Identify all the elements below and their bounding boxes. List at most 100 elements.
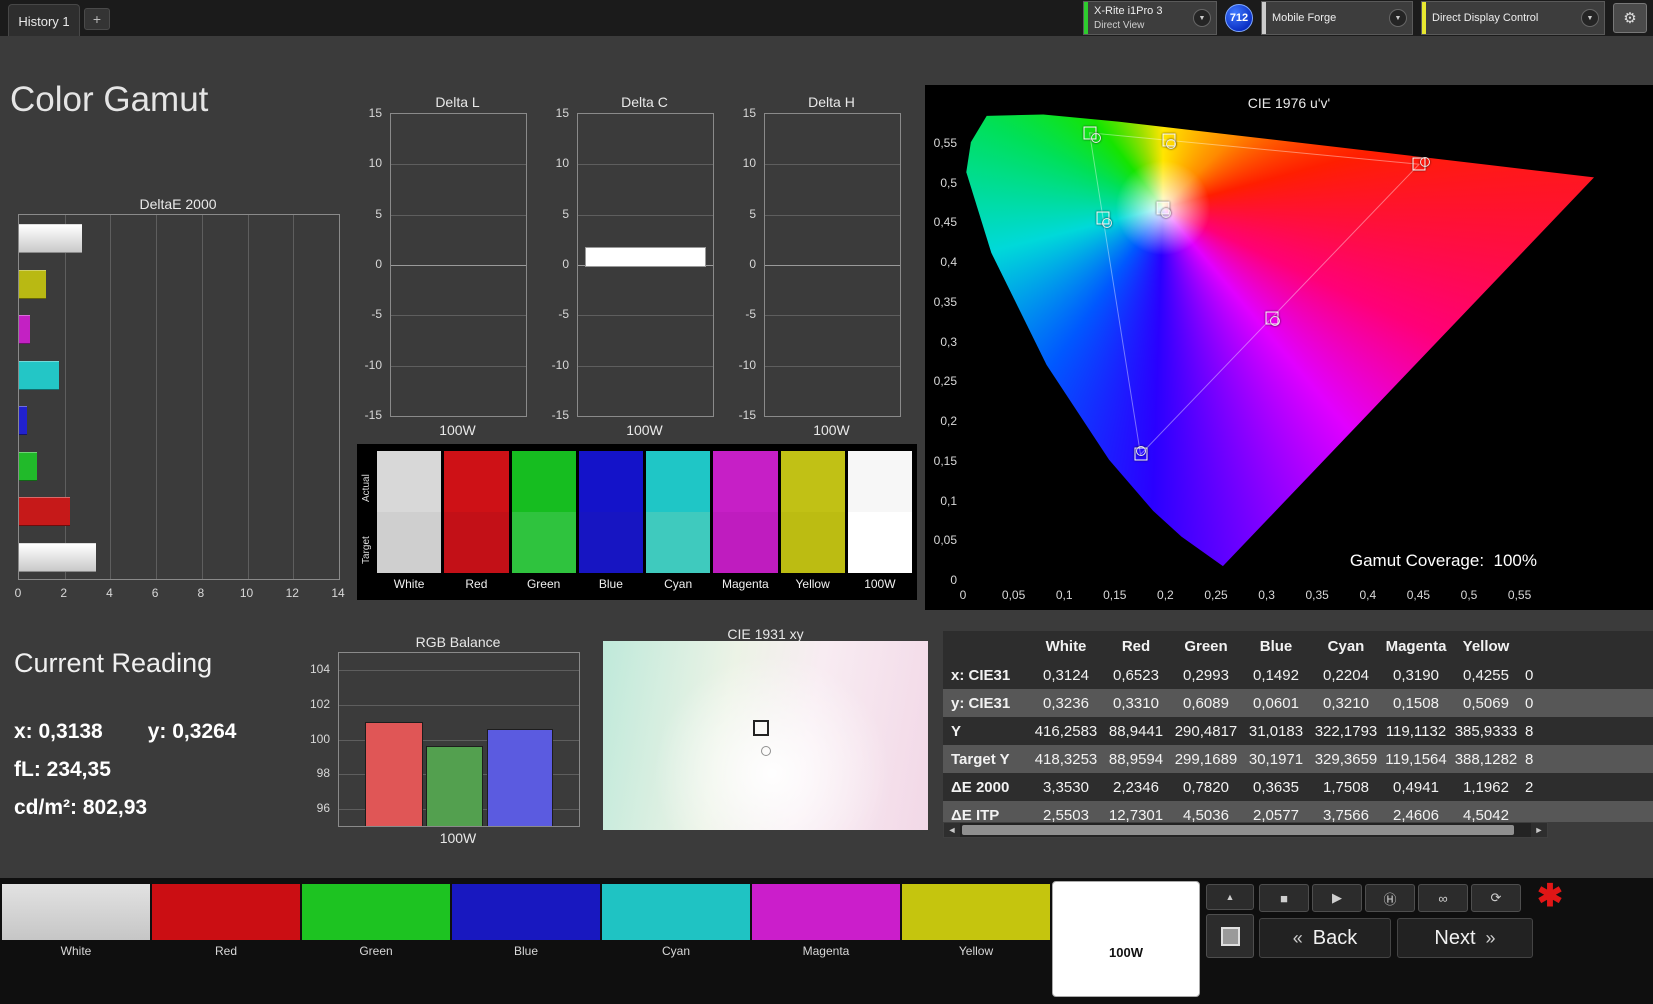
table-row[interactable]: Y416,258388,9441290,481731,0183322,17931… — [943, 717, 1653, 745]
gamut-measured-white — [1161, 208, 1171, 218]
table-cell: 416,2583 — [1031, 723, 1101, 740]
ddc-label: Direct Display Control — [1426, 11, 1581, 25]
gear-icon: ⚙ — [1623, 9, 1636, 27]
delta-gridline — [391, 265, 526, 266]
cie1976-y-tick: 0,45 — [925, 215, 957, 229]
patch-blue-button[interactable] — [452, 884, 600, 940]
delta-y-tick: -10 — [716, 358, 756, 372]
cie1976-y-tick: 0,2 — [925, 414, 957, 428]
back-label: Back — [1313, 927, 1357, 950]
table-cell: 1,7508 — [1311, 779, 1381, 796]
delta-chart-title: Delta H — [764, 94, 899, 110]
transport-link-button[interactable]: ∞ — [1418, 884, 1468, 912]
delta-y-tick: 0 — [342, 257, 382, 271]
tab-history[interactable]: History 1 — [8, 4, 80, 37]
display-control-dropdown[interactable]: Direct Display Control ▼ — [1421, 1, 1605, 35]
transport-profile-button[interactable]: Ⓗ — [1365, 884, 1415, 912]
cie1976-x-tick: 0,5 — [1447, 588, 1491, 602]
table-row[interactable]: x: CIE310,31240,65230,29930,14920,22040,… — [943, 661, 1653, 689]
cie1976-y-tick: 0,15 — [925, 454, 957, 468]
table-cell: 299,1689 — [1171, 751, 1241, 768]
table-cell: 2,4606 — [1381, 807, 1451, 823]
swatch-column-magenta: Magenta — [713, 451, 777, 597]
table-cell: 0,5069 — [1451, 695, 1521, 712]
cie1976-y-tick: 0,4 — [925, 255, 957, 269]
swatch-columns: WhiteRedGreenBlueCyanMagentaYellow100W — [377, 451, 912, 597]
table-row-label: Y — [943, 723, 1031, 740]
patch-100w-button[interactable]: 100W — [1052, 881, 1200, 997]
transport-refresh-button[interactable]: ⟳ — [1471, 884, 1521, 912]
delta-y-tick: -15 — [529, 408, 569, 422]
cie1976-x-tick: 0,45 — [1396, 588, 1440, 602]
top-bar-widgets: X-Rite i1Pro 3 Direct View ▼ 712 Mobile … — [1083, 0, 1647, 36]
chevron-down-icon[interactable]: ▼ — [1193, 9, 1211, 27]
table-row[interactable]: ΔE ITP2,550312,73014,50362,05773,75662,4… — [943, 801, 1653, 822]
table-row[interactable]: Target Y418,325388,9594299,168930,197132… — [943, 745, 1653, 773]
table-cell: 0,1492 — [1241, 667, 1311, 684]
cie1976-x-tick: 0,25 — [1194, 588, 1238, 602]
delta-gridline — [391, 366, 526, 367]
rgb-bar-green — [426, 746, 483, 826]
cie1976-x-tick: 0,3 — [1245, 588, 1289, 602]
chevron-down-icon[interactable]: ▼ — [1389, 9, 1407, 27]
swatch-actual — [444, 451, 508, 512]
chevron-glyph: ▼ — [1587, 15, 1594, 22]
table-cell: 3,3530 — [1031, 779, 1101, 796]
pattern-up-button[interactable]: ▲ — [1206, 884, 1254, 910]
gamut-coverage-label: Gamut Coverage: — [1350, 551, 1484, 570]
patch-red-button[interactable] — [152, 884, 300, 940]
table-row-label: Target Y — [943, 751, 1031, 768]
delta-gridline — [391, 315, 526, 316]
swatch-target-label: Target — [361, 520, 375, 580]
app-window: History 1 + X-Rite i1Pro 3 Direct View ▼… — [0, 0, 1653, 1004]
chevron-down-icon[interactable]: ▼ — [1581, 9, 1599, 27]
rgb-gridline — [339, 705, 579, 706]
patch-magenta-button[interactable] — [752, 884, 900, 940]
rgb-gridline — [339, 670, 579, 671]
cie1976-y-axis: 0,550,50,450,40,350,30,250,20,150,10,050 — [925, 85, 959, 610]
rgb-bar-red — [365, 722, 423, 826]
back-button[interactable]: «Back — [1259, 918, 1391, 958]
table-cell-partial: 0 — [1521, 667, 1653, 684]
cie1976-y-tick: 0,1 — [925, 494, 957, 508]
gamut-measured-yellow — [1166, 139, 1176, 149]
table-cell: 0,4941 — [1381, 779, 1451, 796]
patch-white-button[interactable] — [2, 884, 150, 940]
table-cell: 4,5036 — [1171, 807, 1241, 823]
table-cell: 0,3310 — [1101, 695, 1171, 712]
table-cell: 3,7566 — [1311, 807, 1381, 823]
transport-play-button[interactable]: ▶ — [1312, 884, 1362, 912]
swatch-column-green: Green — [512, 451, 576, 597]
delta-y-tick: 0 — [529, 257, 569, 271]
table-cell: 0,2204 — [1311, 667, 1381, 684]
transport-stop-button[interactable]: ■ — [1259, 884, 1309, 912]
up-chevron-icon: ▲ — [1226, 892, 1235, 902]
table-row[interactable]: ΔE 20003,35302,23460,78200,36351,75080,4… — [943, 773, 1653, 801]
next-chevrons-icon: » — [1486, 928, 1496, 949]
delta-gridline — [765, 315, 900, 316]
patch-green-button[interactable] — [302, 884, 450, 940]
pattern-source-dropdown[interactable]: Mobile Forge ▼ — [1261, 1, 1413, 35]
rgb-y-tick: 96 — [317, 801, 330, 815]
patch-yellow-button[interactable] — [902, 884, 1050, 940]
scroll-left-button[interactable]: ◄ — [944, 823, 960, 837]
settings-button[interactable]: ⚙ — [1613, 3, 1647, 33]
table-horizontal-scrollbar[interactable]: ◄ ► — [943, 822, 1548, 838]
top-bar: History 1 + X-Rite i1Pro 3 Direct View ▼… — [0, 0, 1653, 36]
main-area: Color Gamut DeltaE 2000 02468101214 Delt… — [0, 36, 1653, 878]
scroll-right-button[interactable]: ► — [1531, 823, 1547, 837]
add-tab-button[interactable]: + — [84, 8, 110, 30]
pattern-window-button[interactable] — [1206, 914, 1254, 958]
table-cell: 385,9333 — [1451, 723, 1521, 740]
scrollbar-thumb[interactable] — [962, 825, 1514, 835]
cie1976-y-tick: 0,3 — [925, 335, 957, 349]
delta-y-tick: 15 — [529, 106, 569, 120]
cie1976-y-tick: 0,35 — [925, 295, 957, 309]
patch-cyan-button[interactable] — [602, 884, 750, 940]
delta-y-tick: 10 — [716, 156, 756, 170]
meter-dropdown[interactable]: X-Rite i1Pro 3 Direct View ▼ — [1083, 1, 1217, 35]
table-cell: 2,2346 — [1101, 779, 1171, 796]
cie1976-x-tick: 0,1 — [1042, 588, 1086, 602]
next-button[interactable]: Next» — [1397, 918, 1533, 958]
table-row[interactable]: y: CIE310,32360,33100,60890,06010,32100,… — [943, 689, 1653, 717]
